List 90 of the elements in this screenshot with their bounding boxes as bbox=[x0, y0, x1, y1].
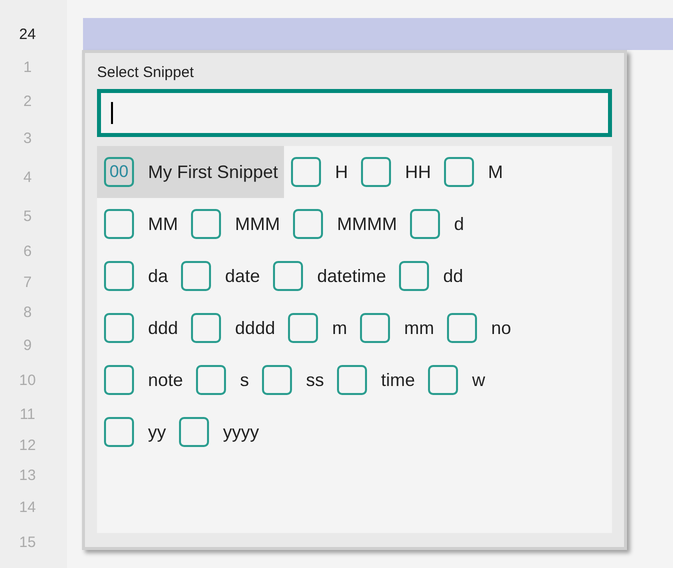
line-number: 10 bbox=[18, 370, 37, 390]
shortcut-key bbox=[104, 261, 134, 291]
snippet-item[interactable]: M bbox=[437, 146, 510, 198]
snippet-label: My First Snippet bbox=[148, 162, 278, 182]
snippet-label: da bbox=[148, 266, 168, 286]
snippet-label: yy bbox=[148, 422, 166, 442]
snippet-label: m bbox=[332, 318, 348, 338]
snippet-item[interactable]: da bbox=[97, 250, 174, 302]
snippet-label: dd bbox=[443, 266, 464, 286]
shortcut-key bbox=[191, 209, 221, 239]
snippet-item[interactable]: ddd bbox=[97, 302, 184, 354]
shortcut-key bbox=[273, 261, 304, 291]
shortcut-key bbox=[428, 365, 458, 395]
shortcut-key bbox=[181, 261, 212, 291]
shortcut-key bbox=[447, 313, 478, 343]
line-number: 8 bbox=[22, 303, 33, 323]
snippet-item[interactable]: dddd bbox=[184, 302, 282, 354]
shortcut-key bbox=[291, 157, 322, 187]
snippet-item[interactable]: mm bbox=[353, 302, 440, 354]
snippet-item[interactable]: MMM bbox=[184, 198, 286, 250]
shortcut-key bbox=[191, 313, 222, 343]
shortcut-key bbox=[410, 209, 440, 239]
shortcut-key: 00 bbox=[104, 157, 134, 187]
snippet-label: HH bbox=[405, 162, 432, 182]
shortcut-key bbox=[361, 157, 392, 187]
shortcut-key bbox=[104, 417, 134, 447]
line-number: 6 bbox=[22, 242, 33, 262]
shortcut-key bbox=[104, 209, 134, 239]
snippet-label: time bbox=[381, 370, 416, 390]
line-number: 4 bbox=[22, 168, 33, 188]
snippet-label: MMM bbox=[235, 214, 280, 234]
line-number: 7 bbox=[22, 272, 33, 292]
snippet-label: H bbox=[335, 162, 348, 182]
snippet-item[interactable]: m bbox=[281, 302, 354, 354]
snippet-label: date bbox=[225, 266, 260, 286]
shortcut-key bbox=[337, 365, 368, 395]
snippet-item[interactable]: MMMM bbox=[286, 198, 403, 250]
snippet-label: dddd bbox=[235, 318, 276, 338]
snippet-label: note bbox=[148, 370, 184, 390]
shortcut-key bbox=[399, 261, 430, 291]
snippet-label: M bbox=[488, 162, 504, 182]
snippet-label: s bbox=[240, 370, 250, 390]
snippet-item[interactable]: s bbox=[189, 354, 256, 406]
snippet-label: ss bbox=[306, 370, 324, 390]
snippet-item[interactable]: no bbox=[440, 302, 518, 354]
snippet-item[interactable]: 00 My First Snippet bbox=[97, 146, 284, 198]
snippet-item[interactable]: w bbox=[421, 354, 492, 406]
search-field[interactable] bbox=[97, 89, 612, 137]
shortcut-key bbox=[292, 209, 323, 239]
snippet-item[interactable]: HH bbox=[354, 146, 438, 198]
shortcut-key bbox=[179, 417, 209, 447]
snippet-item[interactable]: d bbox=[402, 198, 470, 250]
line-number: 24 bbox=[18, 24, 37, 44]
shortcut-key bbox=[444, 157, 474, 187]
snippet-label: d bbox=[454, 214, 464, 234]
snippet-item[interactable]: ss bbox=[255, 354, 330, 406]
line-number: 12 bbox=[18, 436, 37, 456]
snippet-label: no bbox=[491, 318, 512, 338]
shortcut-key bbox=[288, 313, 318, 343]
shortcut-key bbox=[104, 313, 134, 343]
snippet-item[interactable]: time bbox=[330, 354, 422, 406]
snippet-label: datetime bbox=[317, 266, 386, 286]
snippet-item[interactable]: datetime bbox=[266, 250, 392, 302]
snippet-label: MMMM bbox=[336, 214, 397, 234]
popup-title: Select Snippet bbox=[97, 64, 195, 81]
line-number: 3 bbox=[22, 128, 33, 148]
snippet-item[interactable]: yy bbox=[97, 406, 172, 458]
line-number: 1 bbox=[22, 58, 33, 78]
snippet-label: MM bbox=[148, 214, 178, 234]
line-number: 11 bbox=[18, 404, 36, 424]
snippet-item[interactable]: note bbox=[97, 354, 190, 406]
snippet-label: mm bbox=[404, 318, 434, 338]
line-number: 2 bbox=[22, 92, 33, 112]
snippet-item[interactable]: H bbox=[284, 146, 354, 198]
snippet-item[interactable]: yyyy bbox=[172, 406, 265, 458]
shortcut-key bbox=[262, 365, 292, 395]
snippet-label: w bbox=[472, 370, 486, 390]
shortcut-key bbox=[196, 365, 226, 395]
shortcut-key bbox=[360, 313, 390, 343]
snippet-item[interactable]: date bbox=[174, 250, 266, 302]
line-number: 15 bbox=[18, 532, 37, 552]
snippet-item[interactable]: dd bbox=[392, 250, 470, 302]
line-number: 13 bbox=[18, 466, 37, 486]
line-number: 9 bbox=[22, 336, 33, 356]
shortcut-key bbox=[104, 365, 134, 395]
line-number: 5 bbox=[22, 207, 33, 227]
snippet-item[interactable]: MM bbox=[97, 198, 184, 250]
line-number: 14 bbox=[18, 498, 37, 518]
snippet-label: yyyy bbox=[223, 422, 259, 442]
snippet-label: ddd bbox=[148, 318, 178, 338]
